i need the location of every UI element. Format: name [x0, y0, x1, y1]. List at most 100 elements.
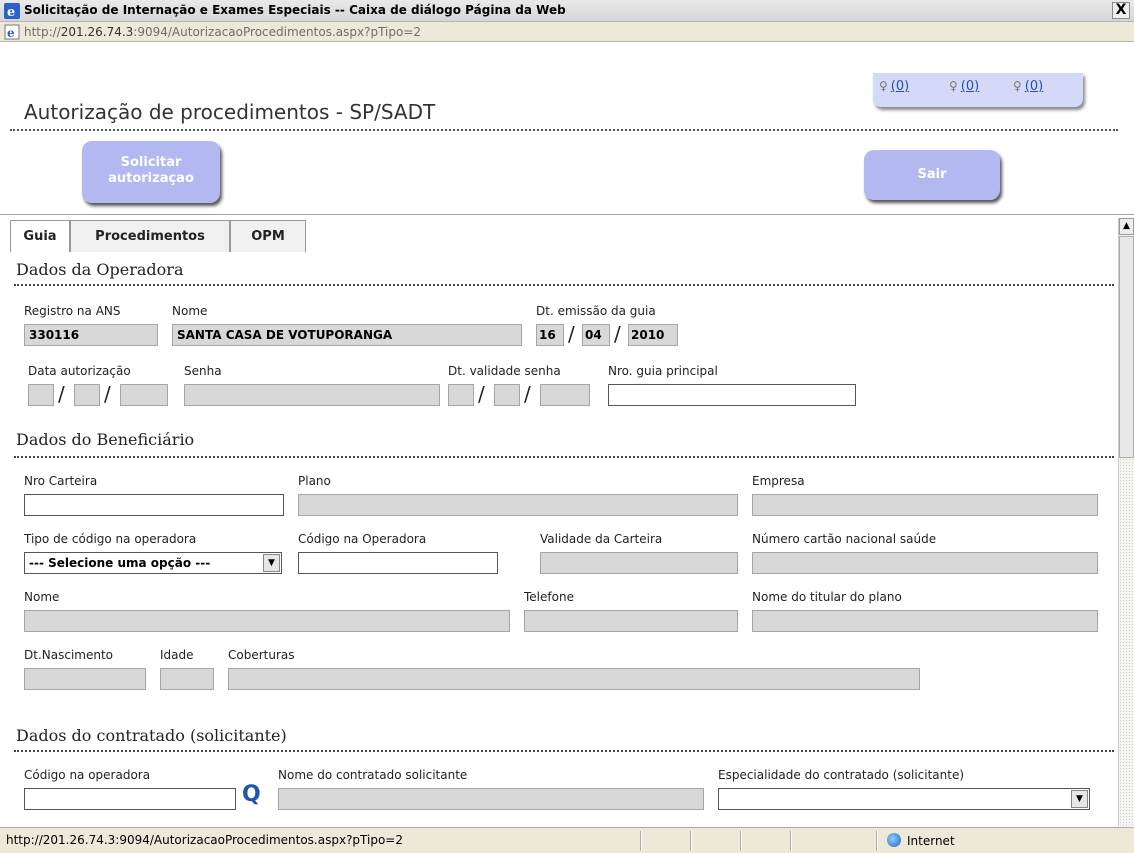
nome-contratado-label: Nome do contratado solicitante: [278, 768, 468, 782]
codigo-operadora-label: Código na Operadora: [298, 532, 427, 546]
guia-principal-label: Nro. guia principal: [608, 364, 718, 378]
plano-label: Plano: [298, 474, 331, 488]
date-separator: /: [614, 322, 621, 346]
empresa-field[interactable]: [752, 494, 1098, 516]
tipo-codigo-select[interactable]: --- Selecione uma opção --- ▼: [24, 552, 282, 574]
status-separator: [690, 831, 692, 851]
section-title-contratado: Dados do contratado (solicitante): [16, 726, 287, 745]
sair-button[interactable]: Sair: [864, 150, 1000, 200]
carteira-label: Nro Carteira: [24, 474, 98, 488]
telefone-field[interactable]: [524, 610, 738, 632]
registro-ans-field[interactable]: 330116: [24, 324, 158, 346]
section-title-operadora: Dados da Operadora: [16, 260, 184, 279]
ie-icon: e: [4, 3, 20, 19]
date-separator: /: [568, 322, 575, 346]
tipo-codigo-selected: --- Selecione uma opção ---: [29, 556, 211, 570]
title-divider: [10, 129, 1118, 131]
nascimento-field[interactable]: [24, 668, 146, 690]
status-separator: [876, 831, 878, 851]
idade-field[interactable]: [160, 668, 214, 690]
notifications-panel: ♀ (0) ♀ (0) ♀ (0): [873, 73, 1083, 107]
lightbulb-icon: ♀: [879, 79, 888, 93]
section-divider: [14, 284, 1114, 286]
svg-text:e: e: [7, 26, 15, 40]
cartao-nacional-label: Número cartão nacional saúde: [752, 532, 937, 546]
autorizacao-day-field[interactable]: [28, 384, 54, 406]
titular-field[interactable]: [752, 610, 1098, 632]
address-url: http://201.26.74.3:9094/AutorizacaoProce…: [24, 25, 422, 39]
senha-field[interactable]: [184, 384, 440, 406]
validade-senha-label: Dt. validade senha: [448, 364, 561, 378]
notification-link-2[interactable]: ♀ (0): [949, 79, 979, 94]
validade-carteira-label: Validade da Carteira: [540, 532, 663, 546]
nome-operadora-field[interactable]: SANTA CASA DE VOTUPORANGA: [172, 324, 522, 346]
carteira-input[interactable]: [24, 494, 284, 516]
lightbulb-icon: ♀: [1013, 79, 1022, 93]
autorizacao-year-field[interactable]: [120, 384, 168, 406]
solicitar-autorizacao-button[interactable]: Solicitar autorizaçao: [82, 141, 220, 203]
data-autorizacao-label: Data autorização: [28, 364, 131, 378]
window-title: Solicitação de Internação e Exames Espec…: [24, 3, 566, 17]
close-button[interactable]: X: [1112, 2, 1130, 19]
tipo-codigo-label: Tipo de código na operadora: [24, 532, 197, 546]
date-separator: /: [58, 382, 65, 406]
page-title: Autorização de procedimentos - SP/SADT: [24, 100, 436, 124]
registro-ans-label: Registro na ANS: [24, 304, 121, 318]
autorizacao-month-field[interactable]: [74, 384, 100, 406]
status-separator: [790, 831, 792, 851]
status-bar: http://201.26.74.3:9094/AutorizacaoProce…: [0, 827, 1134, 853]
validade-month-field[interactable]: [494, 384, 520, 406]
page-icon: e: [4, 24, 20, 40]
especialidade-select[interactable]: ▼: [718, 788, 1090, 810]
date-separator: /: [104, 382, 111, 406]
svg-text:e: e: [7, 5, 15, 19]
status-url: http://201.26.74.3:9094/AutorizacaoProce…: [6, 833, 403, 847]
status-separator: [740, 831, 742, 851]
tab-guia[interactable]: Guia: [10, 220, 70, 252]
lightbulb-icon: ♀: [949, 79, 958, 93]
titular-label: Nome do titular do plano: [752, 590, 902, 604]
status-separator: [640, 831, 642, 851]
nome-operadora-label: Nome: [172, 304, 208, 318]
security-zone: Internet: [887, 833, 955, 848]
notification-link-1[interactable]: ♀ (0): [879, 79, 909, 94]
chevron-down-icon[interactable]: ▼: [263, 554, 280, 572]
chevron-down-icon[interactable]: ▼: [1071, 790, 1088, 808]
nome-contratado-field[interactable]: [278, 788, 704, 810]
plano-field[interactable]: [298, 494, 738, 516]
cartao-nacional-field[interactable]: [752, 552, 1098, 574]
tab-opm[interactable]: OPM: [230, 220, 306, 252]
validade-carteira-field[interactable]: [540, 552, 738, 574]
address-bar: e http://201.26.74.3:9094/AutorizacaoPro…: [0, 22, 1134, 42]
section-divider: [14, 456, 1114, 458]
tab-procedimentos[interactable]: Procedimentos: [70, 220, 230, 252]
emissao-month-field[interactable]: 04: [582, 324, 610, 346]
codigo-contratado-label: Código na operadora: [24, 768, 151, 782]
notification-link-3[interactable]: ♀ (0): [1013, 79, 1043, 94]
search-icon[interactable]: Q: [242, 782, 261, 807]
coberturas-label: Coberturas: [228, 648, 295, 662]
idade-label: Idade: [160, 648, 194, 662]
scroll-thumb[interactable]: [1119, 236, 1134, 458]
section-title-beneficiario: Dados do Beneficiário: [16, 430, 195, 449]
emissao-year-field[interactable]: 2010: [628, 324, 678, 346]
nome-beneficiario-field[interactable]: [24, 610, 510, 632]
telefone-label: Telefone: [524, 590, 574, 604]
especialidade-label: Especialidade do contratado (solicitante…: [718, 768, 965, 782]
guia-principal-input[interactable]: [608, 384, 856, 406]
senha-label: Senha: [184, 364, 222, 378]
globe-icon: [887, 833, 901, 847]
nascimento-label: Dt.Nascimento: [24, 648, 113, 662]
codigo-operadora-input[interactable]: [298, 552, 498, 574]
nome-beneficiario-label: Nome: [24, 590, 60, 604]
scroll-up-arrow-icon[interactable]: ▲: [1119, 218, 1134, 235]
emissao-day-field[interactable]: 16: [536, 324, 564, 346]
validade-year-field[interactable]: [540, 384, 590, 406]
codigo-contratado-input[interactable]: [24, 788, 236, 810]
coberturas-field[interactable]: [228, 668, 920, 690]
date-separator: /: [524, 382, 531, 406]
date-separator: /: [478, 382, 485, 406]
emissao-guia-label: Dt. emissão da guia: [536, 304, 656, 318]
validade-day-field[interactable]: [448, 384, 474, 406]
title-bar: e Solicitação de Internação e Exames Esp…: [0, 0, 1134, 22]
